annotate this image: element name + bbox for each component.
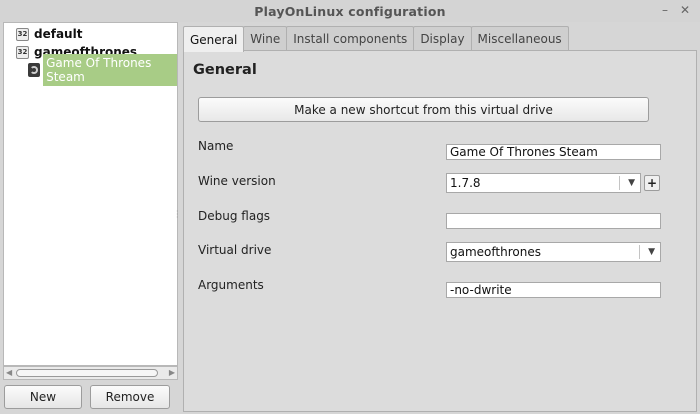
remove-button[interactable]: Remove: [90, 385, 170, 409]
tab-miscellaneous[interactable]: Miscellaneous: [470, 26, 569, 51]
steam-icon: [28, 63, 41, 77]
scroll-right-icon[interactable]: ▶: [169, 367, 175, 379]
make-shortcut-button[interactable]: Make a new shortcut from this virtual dr…: [198, 97, 649, 122]
panel-heading: General: [193, 62, 257, 78]
arch-32bit-icon: 32: [16, 27, 29, 41]
window-title: PlayOnLinux configuration: [254, 3, 446, 19]
tree-item-default[interactable]: 32 default: [16, 25, 82, 43]
tree-item-label: default: [34, 27, 83, 41]
wine-version-value: 1.7.8: [450, 176, 481, 190]
close-button[interactable]: ✕: [678, 3, 692, 17]
pane-splitter-handle[interactable]: · · ·: [176, 208, 180, 222]
chevron-down-icon: ▼: [628, 178, 635, 188]
virtual-drive-select[interactable]: gameofthrones ▼: [446, 242, 661, 262]
debug-flags-field[interactable]: [446, 213, 661, 229]
combo-separator: [639, 245, 640, 259]
virtual-drive-label: Virtual drive: [198, 243, 272, 257]
tab-display[interactable]: Display: [413, 26, 472, 51]
wine-version-select[interactable]: 1.7.8 ▼: [446, 173, 641, 193]
name-label: Name: [198, 139, 234, 153]
arguments-field[interactable]: -no-dwrite: [446, 282, 661, 298]
tree-item-game-of-thrones-steam[interactable]: Game Of Thrones Steam: [28, 54, 177, 86]
prefix-tree[interactable]: 32 default 32 gameofthrones Game Of Thro…: [3, 22, 178, 366]
debug-flags-label: Debug flags: [198, 209, 271, 223]
title-bar: PlayOnLinux configuration – ✕: [0, 0, 700, 22]
arch-32bit-icon: 32: [16, 45, 29, 59]
new-button[interactable]: New: [4, 385, 82, 409]
scroll-left-icon[interactable]: ◀: [6, 367, 12, 379]
tab-wine[interactable]: Wine: [243, 26, 288, 51]
tab-general[interactable]: General: [183, 26, 245, 52]
general-panel: General Make a new shortcut from this vi…: [183, 50, 697, 412]
tab-bar: General Wine Install components Display …: [183, 26, 569, 52]
wine-version-label: Wine version: [198, 174, 276, 188]
tree-item-label: Game Of Thrones Steam: [43, 54, 177, 86]
virtual-drive-value: gameofthrones: [450, 245, 541, 259]
add-wine-version-button[interactable]: +: [644, 175, 660, 191]
tab-install-components[interactable]: Install components: [286, 26, 415, 51]
minimize-button[interactable]: –: [658, 3, 672, 17]
name-field[interactable]: Game Of Thrones Steam: [446, 144, 661, 160]
combo-separator: [619, 176, 620, 190]
arguments-label: Arguments: [198, 278, 264, 292]
chevron-down-icon: ▼: [648, 247, 655, 257]
tree-horizontal-scrollbar[interactable]: ◀ ▶: [3, 366, 178, 380]
scrollbar-thumb[interactable]: [16, 369, 158, 377]
